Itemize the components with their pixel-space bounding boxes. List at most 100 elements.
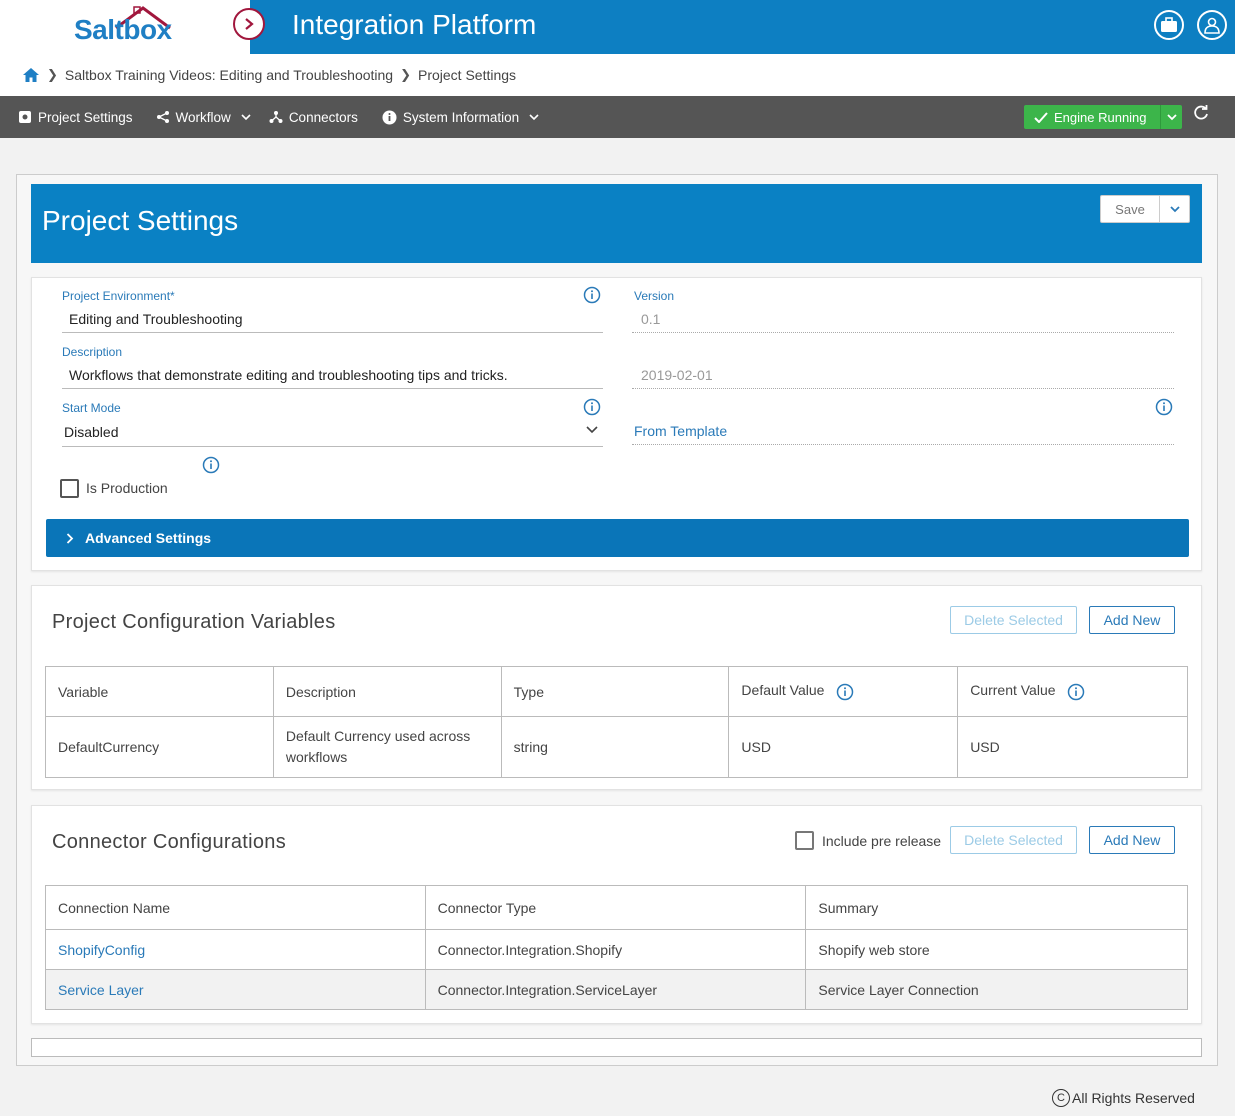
from-template-link[interactable]: From Template	[634, 423, 727, 439]
col-connection-name[interactable]: Connection Name	[45, 885, 426, 930]
save-button-group: Save	[1100, 195, 1190, 223]
user-icon	[1204, 17, 1220, 34]
cell-variable: DefaultCurrency	[45, 716, 274, 778]
description-input[interactable]: Workflows that demonstrate editing and t…	[69, 367, 508, 383]
user-button[interactable]	[1197, 10, 1227, 40]
table-row[interactable]: DefaultCurrency Default Currency used ac…	[45, 716, 1188, 778]
col-current-value-label: Current Value	[970, 682, 1056, 699]
table-row[interactable]: Service Layer Connector.Integration.Serv…	[45, 969, 1188, 1010]
version-value: 0.1	[641, 311, 661, 327]
logo-area: Saltbox	[0, 0, 250, 54]
nav-workflow[interactable]: Workflow	[156, 110, 251, 125]
nav-system-information[interactable]: System Information	[382, 110, 539, 125]
add-new-button[interactable]: Add New	[1089, 606, 1175, 634]
check-icon	[1034, 111, 1048, 123]
cell-connection-name-link[interactable]: ShopifyConfig	[45, 929, 426, 970]
table-row[interactable]: ShopifyConfig Connector.Integration.Shop…	[45, 929, 1188, 970]
info-icon[interactable]	[583, 286, 601, 304]
chevron-right-icon	[245, 18, 254, 30]
engine-dropdown-toggle[interactable]	[1160, 105, 1182, 129]
nav-connectors[interactable]: Connectors	[269, 110, 358, 125]
info-icon	[382, 110, 397, 125]
advanced-settings-label: Advanced Settings	[85, 530, 212, 546]
briefcase-button[interactable]	[1154, 10, 1184, 40]
nav-project-settings[interactable]: Project Settings	[18, 110, 133, 125]
copyright: C All Rights Reserved	[1052, 1089, 1195, 1107]
copyright-text: All Rights Reserved	[1072, 1090, 1195, 1106]
col-type[interactable]: Type	[500, 666, 730, 717]
project-settings-header: Project Settings Save	[31, 184, 1202, 263]
refresh-icon[interactable]	[1193, 105, 1209, 121]
chevron-down-icon[interactable]	[586, 426, 598, 434]
breadcrumb-separator-icon: ❯	[400, 67, 411, 82]
is-production-checkbox[interactable]	[60, 479, 79, 498]
environment-input[interactable]: Editing and Troubleshooting	[69, 311, 243, 327]
advanced-settings-toggle[interactable]: Advanced Settings	[46, 519, 1189, 557]
nav-project-settings-label: Project Settings	[38, 109, 133, 125]
project-settings-form: Project Environment* Editing and Trouble…	[31, 277, 1202, 571]
chevron-down-icon	[529, 113, 539, 120]
chevron-down-icon	[1169, 205, 1180, 212]
cell-summary: Service Layer Connection	[805, 969, 1188, 1010]
gear-icon	[18, 110, 32, 124]
page-title: Project Settings	[42, 205, 239, 236]
cell-current-value: USD	[957, 716, 1188, 778]
chevron-down-icon	[241, 113, 251, 120]
save-button[interactable]: Save	[1100, 195, 1160, 223]
col-connector-type[interactable]: Connector Type	[424, 885, 807, 930]
connectors-table: Connection Name Connector Type Summary S…	[45, 885, 1188, 1010]
connectors-icon	[269, 110, 283, 124]
col-current-value[interactable]: Current Value	[957, 666, 1188, 717]
nav-system-information-label: System Information	[402, 109, 520, 125]
cell-connection-name-link[interactable]: Service Layer	[45, 969, 426, 1010]
chevron-down-icon	[1166, 113, 1177, 120]
sidebar-toggle-button[interactable]	[233, 8, 265, 40]
template-underline	[632, 444, 1174, 445]
include-prerelease-checkbox[interactable]	[795, 831, 814, 850]
info-icon[interactable]	[583, 398, 601, 416]
delete-selected-button[interactable]: Delete Selected	[950, 606, 1077, 634]
info-icon[interactable]	[1155, 398, 1173, 416]
col-description[interactable]: Description	[272, 666, 502, 717]
save-dropdown-toggle[interactable]	[1160, 195, 1190, 223]
info-icon[interactable]	[1067, 683, 1085, 701]
start-mode-underline	[62, 446, 603, 447]
is-production-label: Is Production	[86, 480, 168, 496]
description-underline	[62, 388, 603, 389]
breadcrumb-item-current: Project Settings	[418, 67, 517, 83]
col-default-value[interactable]: Default Value	[728, 666, 959, 717]
config-variables-table: Variable Description Type Default Value …	[45, 666, 1188, 778]
col-variable[interactable]: Variable	[45, 666, 274, 717]
include-prerelease-label: Include pre release	[822, 833, 942, 849]
home-icon[interactable]	[22, 67, 40, 83]
config-variables-card: Project Configuration Variables Delete S…	[31, 585, 1202, 790]
info-icon[interactable]	[202, 456, 220, 474]
cell-default-value: USD	[728, 716, 959, 778]
info-icon[interactable]	[836, 683, 854, 701]
briefcase-icon	[1161, 17, 1177, 32]
connector-configurations-card: Connector Configurations Include pre rel…	[31, 805, 1202, 1024]
breadcrumb-separator-icon: ❯	[47, 67, 58, 82]
bottom-panel	[31, 1038, 1202, 1057]
share-icon	[156, 110, 170, 124]
config-variables-title: Project Configuration Variables	[52, 611, 336, 633]
add-new-button[interactable]: Add New	[1089, 826, 1175, 854]
cell-description: Default Currency used across workflows	[272, 716, 502, 778]
breadcrumb: ❯ Saltbox Training Videos: Editing and T…	[0, 54, 1235, 96]
breadcrumb-item-project[interactable]: Saltbox Training Videos: Editing and Tro…	[65, 67, 393, 83]
logo[interactable]: Saltbox	[74, 14, 172, 46]
app-title: Integration Platform	[292, 9, 537, 40]
cell-type: string	[500, 716, 730, 778]
date-value: 2019-02-01	[641, 367, 713, 383]
environment-underline	[62, 332, 603, 333]
col-default-value-label: Default Value	[741, 682, 825, 699]
start-mode-label: Start Mode	[62, 401, 121, 415]
date-underline	[632, 388, 1174, 389]
delete-selected-button[interactable]: Delete Selected	[950, 826, 1077, 854]
version-label: Version	[634, 289, 675, 303]
start-mode-select[interactable]: Disabled	[64, 424, 118, 440]
description-label: Description	[62, 345, 123, 359]
engine-status-button[interactable]: Engine Running	[1024, 105, 1182, 129]
engine-status-label: Engine Running	[1054, 109, 1147, 125]
col-summary[interactable]: Summary	[805, 885, 1188, 930]
